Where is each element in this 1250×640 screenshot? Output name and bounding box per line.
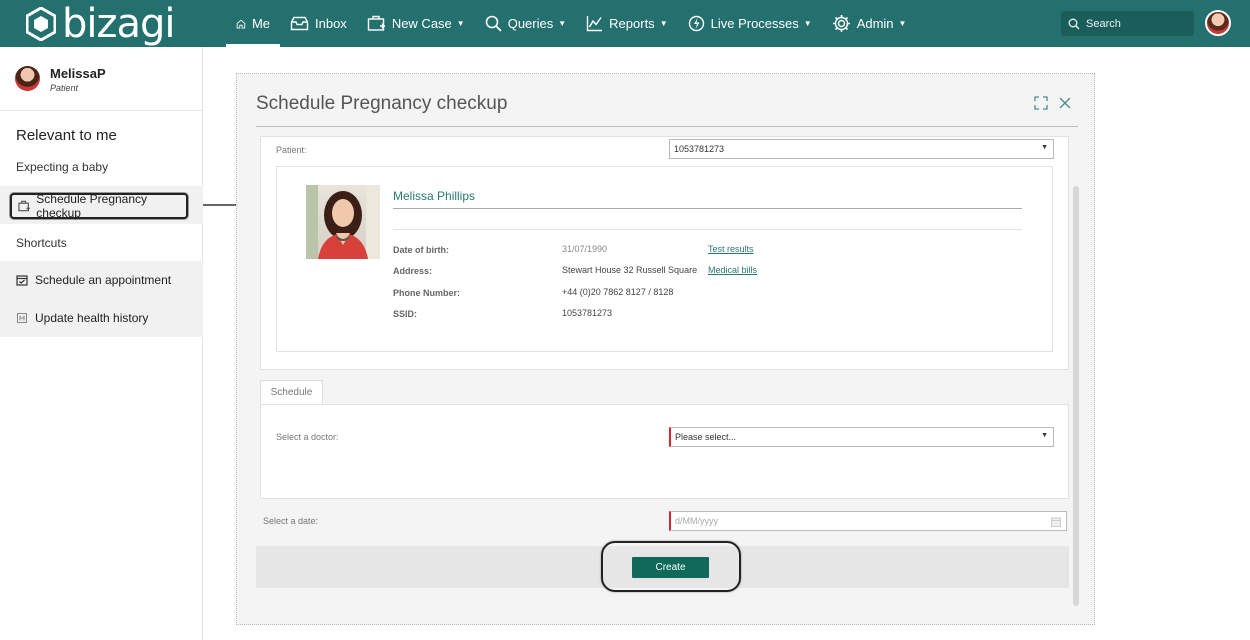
phone-label: Phone Number: xyxy=(393,288,461,298)
schedule-panel xyxy=(260,404,1069,499)
ssid-value: 1053781273 xyxy=(562,308,613,318)
live-processes-icon xyxy=(688,15,704,32)
address-label: Address: xyxy=(393,266,433,276)
shortcut-label: Schedule an appointment xyxy=(35,273,172,287)
divider xyxy=(256,126,1078,127)
maximize-icon[interactable] xyxy=(1034,96,1048,110)
divider xyxy=(393,208,1022,209)
bizagi-logo[interactable]: bizagi xyxy=(26,1,176,47)
phone-value: +44 (0)20 7862 8127 / 8128 xyxy=(562,287,674,297)
medical-bills-link[interactable]: Medical bills xyxy=(708,265,757,275)
shortcuts-title: Shortcuts xyxy=(16,236,67,250)
doctor-select[interactable]: Please select... ▼ xyxy=(669,427,1054,447)
nav-reports[interactable]: Reports ▼ xyxy=(576,0,677,47)
logo-text: bizagi xyxy=(62,1,176,47)
nav-inbox-label: Inbox xyxy=(315,16,347,31)
main-nav: Me Inbox New Case ▼ Queries ▼ Reports ▼ … xyxy=(226,0,916,47)
chevron-down-icon: ▼ xyxy=(558,19,567,28)
create-button[interactable]: Create xyxy=(632,557,709,578)
modal-title: Schedule Pregnancy checkup xyxy=(256,93,508,114)
dropdown-arrow-icon: ▼ xyxy=(1041,432,1048,439)
dob-value: 31/07/1990 xyxy=(562,244,608,254)
nav-inbox[interactable]: Inbox xyxy=(280,0,357,47)
home-icon xyxy=(236,19,246,29)
nav-admin[interactable]: Admin ▼ xyxy=(822,0,917,47)
reports-icon xyxy=(586,16,603,32)
chevron-down-icon: ▼ xyxy=(456,19,465,28)
case-icon xyxy=(18,200,30,212)
sidebar-item-label: Schedule Pregnancy checkup xyxy=(36,192,148,220)
inbox-icon xyxy=(290,16,309,31)
close-icon[interactable] xyxy=(1058,96,1072,110)
divider xyxy=(393,229,1022,230)
modal-controls xyxy=(1034,96,1072,110)
test-results-link[interactable]: Test results xyxy=(708,244,754,254)
new-case-icon xyxy=(367,15,385,31)
nav-reports-label: Reports xyxy=(609,16,655,31)
nav-me-label: Me xyxy=(251,16,270,31)
calendar-check-icon xyxy=(16,275,28,286)
patient-photo-image xyxy=(306,185,380,259)
top-bar: bizagi Me Inbox New Case ▼ Queries ▼ Rep… xyxy=(0,0,1250,47)
search-placeholder: Search xyxy=(1086,17,1121,30)
sidebar: MelissaP Patient Relevant to me Expectin… xyxy=(0,47,203,640)
nav-new-case-label: New Case xyxy=(391,16,452,31)
nav-live-processes[interactable]: Live Processes ▼ xyxy=(678,0,822,47)
search-input[interactable]: Search xyxy=(1061,11,1194,36)
patient-label: Patient: xyxy=(276,145,307,155)
tab-schedule-label: Schedule xyxy=(270,387,313,398)
search-icon xyxy=(1068,18,1080,30)
user-avatar[interactable] xyxy=(1205,10,1231,36)
date-label: Select a date: xyxy=(263,516,319,526)
nav-live-processes-label: Live Processes xyxy=(710,16,799,31)
search-icon xyxy=(485,15,502,32)
case-modal: Schedule Pregnancy checkup Patient: 1053… xyxy=(236,73,1095,625)
shortcut-update-health-history[interactable]: Update health history xyxy=(0,299,203,337)
modal-scrollbar[interactable] xyxy=(1073,186,1079,606)
dob-label: Date of birth: xyxy=(393,245,449,255)
shortcut-schedule-appointment[interactable]: Schedule an appointment xyxy=(0,261,203,299)
shortcut-label: Update health history xyxy=(35,311,149,325)
doctor-select-placeholder: Please select... xyxy=(675,432,737,442)
history-icon xyxy=(17,313,27,323)
patient-name: Melissa Phillips xyxy=(393,189,476,203)
calendar-icon[interactable] xyxy=(1051,517,1061,527)
user-profile[interactable]: MelissaP Patient xyxy=(0,47,202,111)
patient-photo xyxy=(306,185,380,259)
date-input-placeholder: d/MM/yyyy xyxy=(675,516,719,526)
sidebar-item-schedule-pregnancy-highlight[interactable]: Schedule Pregnancy checkup xyxy=(10,192,188,220)
nav-me[interactable]: Me xyxy=(226,0,280,47)
tab-schedule[interactable]: Schedule xyxy=(260,380,323,404)
relevant-title: Relevant to me xyxy=(16,127,117,144)
patient-select-value: 1053781273 xyxy=(674,144,725,154)
nav-queries[interactable]: Queries ▼ xyxy=(475,0,576,47)
create-button-label: Create xyxy=(655,562,686,573)
chevron-down-icon: ▼ xyxy=(803,19,812,28)
user-role: Patient xyxy=(50,83,79,93)
date-input[interactable]: d/MM/yyyy xyxy=(669,511,1067,531)
bizagi-logo-icon xyxy=(26,7,56,41)
chevron-down-icon: ▼ xyxy=(898,19,907,28)
ssid-label: SSID: xyxy=(393,309,418,319)
doctor-label: Select a doctor: xyxy=(276,432,339,442)
avatar xyxy=(15,66,40,91)
patient-select[interactable]: 1053781273 ▼ xyxy=(669,139,1054,159)
nav-queries-label: Queries xyxy=(507,16,554,31)
dropdown-arrow-icon: ▼ xyxy=(1041,144,1048,151)
nav-new-case[interactable]: New Case ▼ xyxy=(357,0,475,47)
user-name: MelissaP xyxy=(50,66,106,81)
address-value: Stewart House 32 Russell Square xyxy=(562,265,698,275)
chevron-down-icon: ▼ xyxy=(659,19,668,28)
gear-icon xyxy=(832,15,850,32)
nav-admin-label: Admin xyxy=(856,16,894,31)
expecting-baby-link[interactable]: Expecting a baby xyxy=(16,160,108,174)
